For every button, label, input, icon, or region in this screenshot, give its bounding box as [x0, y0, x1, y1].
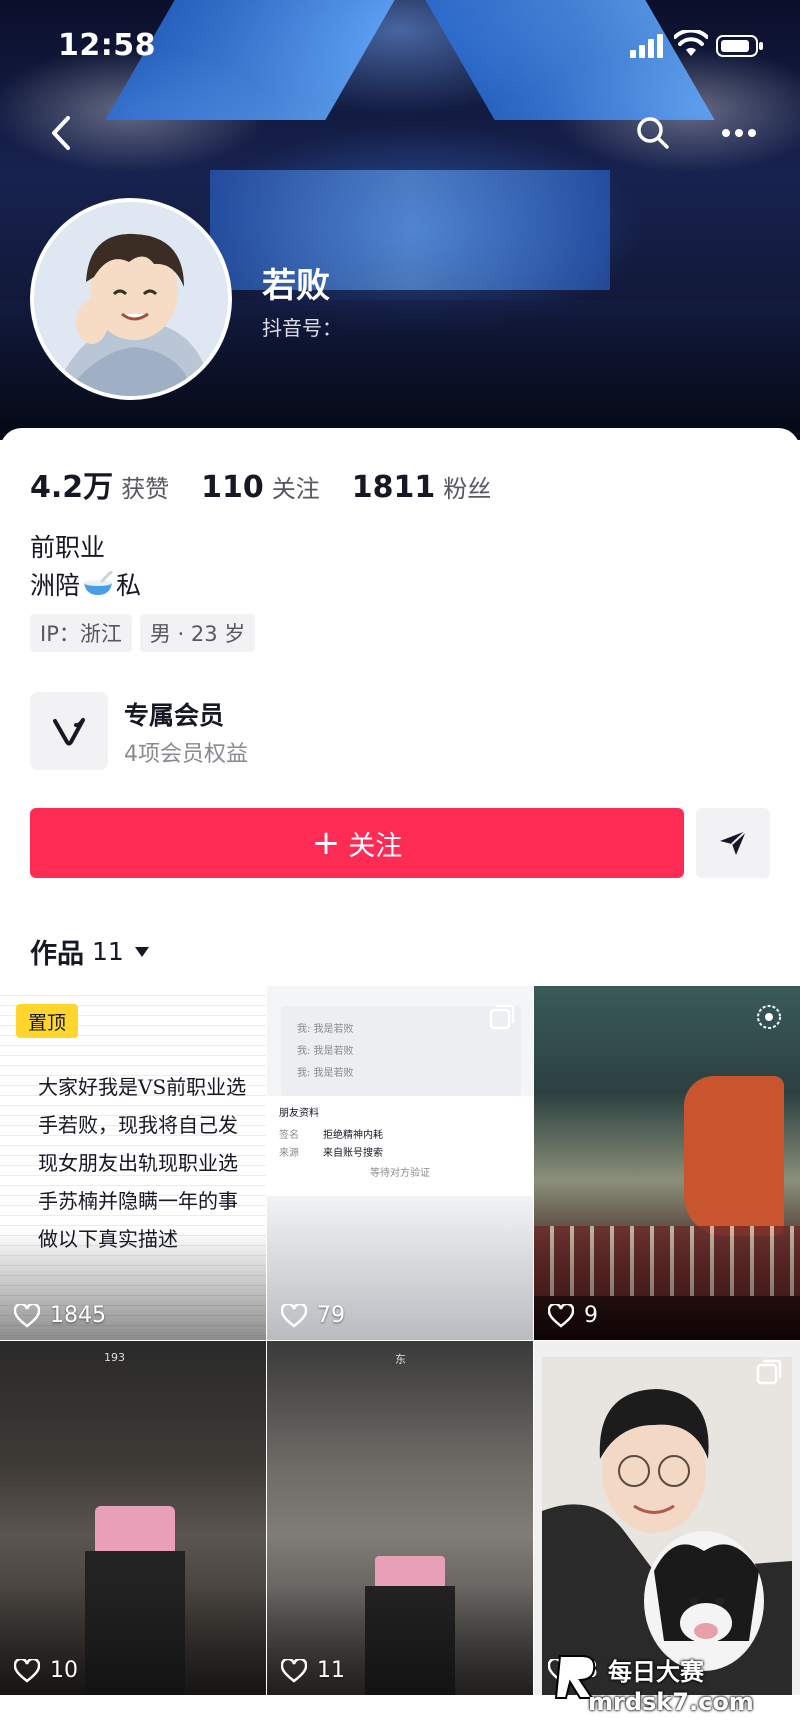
avatar[interactable]: [30, 198, 232, 400]
stat-followers-label: 粉丝: [443, 475, 492, 503]
send-icon: [720, 830, 747, 855]
back-button[interactable]: [36, 108, 86, 158]
works-label: 作品: [30, 939, 84, 970]
waiting-text: 等待对方验证: [370, 1168, 430, 1179]
profile-stats: 4.2万 获赞 110 关注 1811 粉丝: [30, 462, 523, 506]
tile-likes-count: 9: [584, 1303, 598, 1328]
field-key: 来源: [279, 1148, 299, 1159]
game-weapon: [684, 1076, 784, 1236]
tile-likes: 79: [281, 1303, 345, 1328]
bio-line-1: 前职业: [30, 533, 106, 562]
send-message-button[interactable]: [696, 808, 770, 878]
field-value: 来自账号搜索: [323, 1148, 383, 1159]
tile-likes: 9: [548, 1303, 598, 1328]
follow-label: 关注: [348, 830, 403, 862]
tag-gender-age: 男 · 23 岁: [139, 614, 256, 652]
more-dots-icon: [722, 129, 756, 137]
wifi-icon: [674, 30, 708, 56]
membership-subtitle: 4项会员权益: [124, 742, 248, 767]
multi-image-icon: [756, 1359, 782, 1385]
work-tile[interactable]: 东 11: [267, 1341, 533, 1695]
tag-ip: IP：浙江: [30, 614, 132, 652]
field-key: 签名: [279, 1130, 299, 1141]
game-hud-value: 东: [395, 1353, 406, 1366]
tile-caption-text: 大家好我是VS前职业选手若败，现我将自己发现女朋友出轨现职业选手苏楠并隐瞒一年的…: [38, 1075, 247, 1251]
stat-likes-label: 获赞: [121, 475, 170, 503]
stat-following-label: 关注: [271, 475, 320, 503]
plus-icon: +: [311, 823, 341, 863]
caret-down-icon: [134, 946, 149, 957]
status-bar: 12:58: [0, 0, 800, 96]
tile-likes: 10: [14, 1658, 78, 1683]
bio-line-2-end: 私: [116, 571, 142, 600]
more-button[interactable]: [714, 110, 764, 156]
chat-row: 我: 我是若败: [297, 1068, 354, 1079]
stat-likes[interactable]: 4.2万 获赞: [30, 462, 169, 506]
membership-entry[interactable]: 专属会员 4项会员权益: [30, 690, 770, 770]
works-tab[interactable]: 作品 11: [30, 932, 150, 971]
cellular-signal-icon: [630, 34, 663, 58]
membership-icon-box: [30, 692, 108, 770]
game-hud-value: 193: [104, 1351, 125, 1364]
stat-followers-value: 1811: [351, 470, 436, 505]
watermark-url: mrdsk7.com: [588, 1688, 754, 1716]
heart-icon: [548, 1303, 574, 1328]
tile-likes-count: 11: [317, 1658, 345, 1683]
follow-button[interactable]: + 关注: [30, 808, 684, 878]
avatar-illustration: [34, 202, 228, 396]
heart-icon: [281, 1658, 307, 1683]
tile-likes: 1845: [14, 1303, 106, 1328]
work-tile[interactable]: 我: 我是若败 我: 我是若败 我: 我是若败 朋友资料 签名 拒绝精神内耗 来…: [267, 986, 533, 1340]
bio-line-2-start: 洲陪: [30, 571, 81, 600]
site-watermark: 每日大赛 mrdsk7.com: [548, 1648, 800, 1731]
stat-following[interactable]: 110 关注: [201, 469, 320, 505]
chat-row: 我: 我是若败: [297, 1024, 354, 1035]
profile-tags: IP：浙江 男 · 23 岁: [30, 614, 263, 652]
work-tile[interactable]: 置顶 大家好我是VS前职业选手若败，现我将自己发现女朋友出轨现职业选手苏楠并隐瞒…: [0, 986, 266, 1340]
photo-person-with-dog: [542, 1357, 792, 1695]
membership-title: 专属会员: [124, 701, 225, 730]
stat-followers[interactable]: 1811 粉丝: [352, 469, 492, 505]
stat-likes-value: 4.2万: [30, 470, 114, 505]
tile-likes: 11: [281, 1658, 345, 1683]
status-time: 12:58: [58, 28, 156, 63]
field-value: 拒绝精神内耗: [323, 1130, 383, 1141]
profile-name: 若败: [262, 266, 330, 306]
douyin-id-label[interactable]: 抖音号：: [262, 312, 342, 341]
search-button[interactable]: [630, 110, 676, 156]
heart-icon: [281, 1303, 307, 1328]
watermark-title: 每日大赛: [608, 1658, 704, 1686]
work-tile[interactable]: 8: [534, 1341, 800, 1695]
bio-line-2: 洲陪 私: [30, 566, 141, 602]
v-logo-icon: [53, 718, 85, 746]
game-weapon-top: [95, 1506, 175, 1556]
chat-row: 我: 我是若败: [297, 1046, 354, 1057]
chevron-left-icon: [52, 116, 70, 150]
pinned-badge: 置顶: [16, 1004, 78, 1038]
stat-following-value: 110: [201, 470, 264, 505]
work-tile[interactable]: 9: [534, 986, 800, 1340]
heart-icon: [14, 1658, 40, 1683]
work-tile[interactable]: 193 10: [0, 1341, 266, 1695]
heart-icon: [14, 1303, 40, 1328]
tile-likes-count: 79: [317, 1303, 345, 1328]
search-icon: [637, 117, 669, 149]
battery-icon: [716, 35, 763, 57]
section-title: 朋友资料: [279, 1108, 319, 1119]
tile-likes-count: 10: [50, 1658, 78, 1683]
bowl-emoji-icon: [84, 571, 113, 595]
works-count: 11: [92, 937, 124, 966]
live-icon: [757, 1005, 781, 1029]
tile-likes-count: 1845: [50, 1303, 106, 1328]
multi-image-icon: [489, 1004, 515, 1030]
